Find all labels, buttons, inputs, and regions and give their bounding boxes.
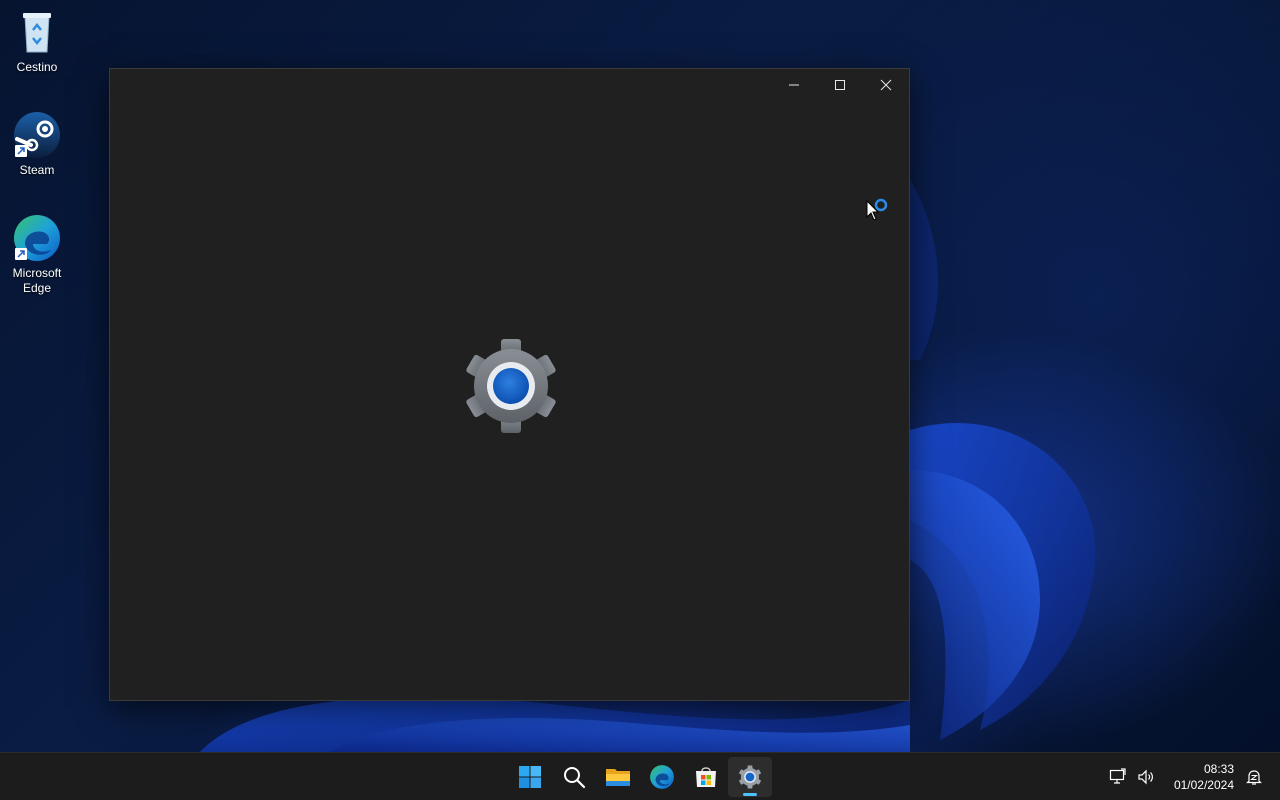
maximize-icon: [835, 80, 845, 90]
maximize-button[interactable]: [817, 69, 863, 101]
desktop-icon-edge[interactable]: Microsoft Edge: [6, 214, 68, 296]
notification-icon[interactable]: [1242, 765, 1266, 789]
desktop-icon-label: Cestino: [16, 60, 58, 74]
taskbar-apps: [508, 757, 772, 797]
store-icon: [696, 767, 716, 787]
network-icon[interactable]: [1106, 765, 1130, 789]
search-icon: [564, 767, 586, 789]
desktop-icon-label: Steam: [19, 163, 55, 177]
windows-logo-icon: [519, 766, 541, 788]
folder-icon: [606, 769, 630, 786]
active-app-indicator: [743, 793, 757, 796]
shortcut-arrow-icon: [15, 248, 27, 260]
start-button[interactable]: [508, 757, 552, 797]
search-button[interactable]: [552, 757, 596, 797]
edge-taskbar-button[interactable]: [640, 757, 684, 797]
minimize-button[interactable]: [771, 69, 817, 101]
edge-icon: [650, 765, 674, 789]
store-button[interactable]: [684, 757, 728, 797]
steam-icon: [13, 111, 61, 159]
settings-gear-icon: [466, 339, 556, 433]
file-explorer-button[interactable]: [596, 757, 640, 797]
shortcut-arrow-icon: [15, 145, 27, 157]
settings-taskbar-button[interactable]: [728, 757, 772, 797]
system-tray: 08:33 01/02/2024: [1104, 753, 1280, 800]
desktop-icon-recycle-bin[interactable]: Cestino: [6, 8, 68, 75]
taskbar: 08:33 01/02/2024: [0, 752, 1280, 800]
desktop-icon-label: Microsoft Edge: [12, 266, 62, 295]
volume-icon[interactable]: [1134, 765, 1158, 789]
clock-time: 08:33: [1203, 761, 1234, 776]
busy-cursor-icon: [866, 198, 888, 221]
close-icon: [880, 79, 892, 91]
edge-icon: [13, 214, 61, 262]
settings-window[interactable]: [109, 68, 910, 701]
clock-date: 01/02/2024: [1173, 777, 1234, 792]
recycle-bin-icon: [13, 8, 61, 56]
desktop-icon-steam[interactable]: Steam: [6, 111, 68, 178]
window-controls: [771, 69, 909, 101]
clock[interactable]: 08:33 01/02/2024: [1174, 761, 1234, 793]
minimize-icon: [789, 84, 799, 86]
close-button[interactable]: [863, 69, 909, 101]
settings-gear-icon: [739, 765, 761, 789]
